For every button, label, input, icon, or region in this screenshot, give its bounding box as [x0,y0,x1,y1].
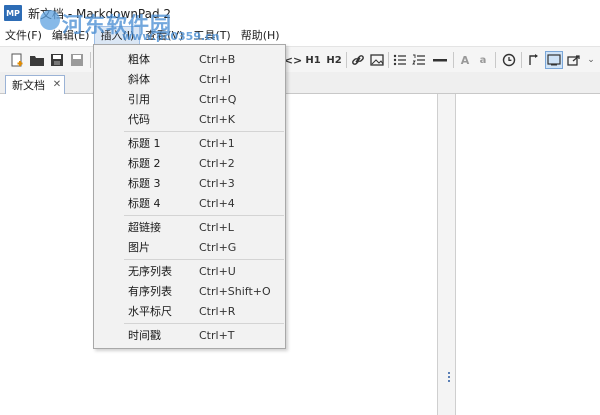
menu-item-label: 标题 3 [128,177,161,190]
menu-item-italic[interactable]: 斜体 Ctrl+I [94,69,285,89]
menu-item-unordered-list[interactable]: 无序列表 Ctrl+U [94,261,285,281]
toolbar-separator [521,52,522,68]
heading-1-button[interactable]: H1 [304,51,322,69]
menu-item-shortcut: Ctrl+G [199,240,237,254]
toolbar-separator [453,52,454,68]
menu-item-label: 粗体 [128,53,150,66]
menu-item-heading-1[interactable]: 标题 1 Ctrl+1 [94,133,285,153]
menu-separator [124,259,284,260]
close-icon[interactable]: ✕ [51,79,63,91]
code-icon[interactable]: <> [284,51,302,69]
watermark-url: www.pc0359.cn [122,30,220,43]
menu-item-shortcut: Ctrl+4 [199,196,235,210]
menu-item-shortcut: Ctrl+R [199,304,236,318]
menu-item-heading-2[interactable]: 标题 2 Ctrl+2 [94,153,285,173]
toolbar-separator [495,52,496,68]
menu-file[interactable]: 文件(F) [0,26,47,46]
menu-item-shortcut: Ctrl+I [199,72,232,86]
watermark-logo [40,10,60,30]
menu-item-label: 斜体 [128,73,150,86]
tab-bar: 新文档 ✕ [0,72,600,94]
export-icon[interactable] [566,51,582,69]
menu-item-hyperlink[interactable]: 超链接 Ctrl+L [94,217,285,237]
menu-item-shortcut: Ctrl+2 [199,156,235,170]
menu-item-shortcut: Ctrl+3 [199,176,235,190]
menu-item-label: 超链接 [128,221,161,234]
menu-item-heading-3[interactable]: 标题 3 Ctrl+3 [94,173,285,193]
menu-item-ordered-list[interactable]: 有序列表 Ctrl+Shift+O [94,281,285,301]
ordered-list-icon[interactable] [411,51,427,69]
menu-item-shortcut: Ctrl+1 [199,136,235,150]
timestamp-icon[interactable] [501,51,517,69]
menu-item-shortcut: Ctrl+L [199,220,234,234]
font-larger-button[interactable]: A [458,51,472,69]
menu-item-label: 标题 4 [128,197,161,210]
swap-view-icon[interactable] [526,51,542,69]
toolbar-separator [346,52,347,68]
heading-2-button[interactable]: H2 [325,51,343,69]
menu-item-label: 图片 [128,241,150,254]
new-document-icon[interactable] [8,51,26,69]
menu-item-shortcut: Ctrl+T [199,328,235,342]
insert-menu-dropdown: 粗体 Ctrl+B 斜体 Ctrl+I 引用 Ctrl+Q 代码 Ctrl+K … [93,44,286,349]
menu-separator [124,215,284,216]
link-icon[interactable] [350,51,366,69]
menu-item-shortcut: Ctrl+Q [199,92,237,106]
save-icon[interactable] [48,51,66,69]
image-icon[interactable] [369,51,385,69]
menu-item-shortcut: Ctrl+K [199,112,236,126]
menu-item-heading-4[interactable]: 标题 4 Ctrl+4 [94,193,285,213]
menu-item-label: 无序列表 [128,265,172,278]
menu-help[interactable]: 帮助(H) [236,26,285,46]
font-smaller-button[interactable]: a [476,51,490,69]
menu-item-timestamp[interactable]: 时间戳 Ctrl+T [94,325,285,345]
unordered-list-icon[interactable] [392,51,408,69]
toolbar: <> H1 H2 A a ⌄ [0,46,600,72]
tab-new-document[interactable]: 新文档 ✕ [5,75,65,94]
menu-item-image[interactable]: 图片 Ctrl+G [94,237,285,257]
splitter-grip-icon[interactable] [448,372,451,386]
toolbar-overflow-icon[interactable]: ⌄ [586,51,596,69]
menu-item-label: 引用 [128,93,150,106]
horizontal-rule-icon[interactable] [431,51,449,69]
menu-item-label: 标题 2 [128,157,161,170]
menu-item-bold[interactable]: 粗体 Ctrl+B [94,49,285,69]
menu-item-label: 水平标尺 [128,305,172,318]
menu-item-code[interactable]: 代码 Ctrl+K [94,109,285,129]
menu-separator [124,323,284,324]
preview-icon[interactable] [545,51,563,69]
app-icon: MP [4,5,22,21]
menu-item-shortcut: Ctrl+B [199,52,236,66]
menu-item-quote[interactable]: 引用 Ctrl+Q [94,89,285,109]
pane-splitter[interactable] [438,94,456,415]
menu-item-horizontal-rule[interactable]: 水平标尺 Ctrl+R [94,301,285,321]
menu-item-label: 时间戳 [128,329,161,342]
menu-separator [124,131,284,132]
menu-item-label: 代码 [128,113,150,126]
toolbar-separator [90,52,91,68]
open-folder-icon[interactable] [28,51,46,69]
tab-label: 新文档 [12,79,45,92]
preview-pane [456,94,600,415]
menu-item-shortcut: Ctrl+U [199,264,236,278]
menu-item-label: 标题 1 [128,137,161,150]
menu-item-shortcut: Ctrl+Shift+O [199,284,271,298]
menu-item-label: 有序列表 [128,285,172,298]
save-all-icon[interactable] [68,51,86,69]
toolbar-separator [388,52,389,68]
